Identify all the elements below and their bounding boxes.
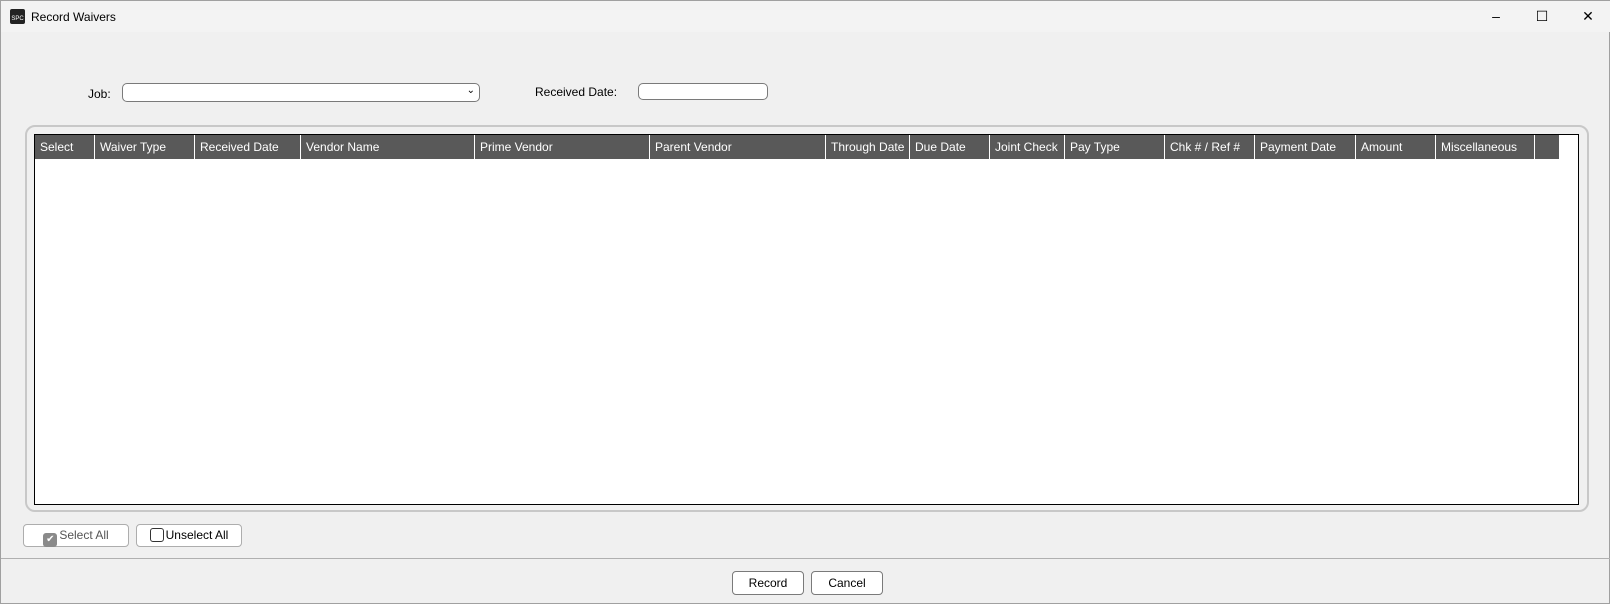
column-header[interactable]: Chk # / Ref # (1165, 135, 1255, 159)
column-header[interactable]: Waiver Type (95, 135, 195, 159)
app-logo-icon: SPC (10, 9, 25, 24)
column-header[interactable]: Parent Vendor (650, 135, 826, 159)
column-header[interactable]: Payment Date (1255, 135, 1356, 159)
column-header[interactable]: Select (35, 135, 95, 159)
column-header[interactable]: Prime Vendor (475, 135, 650, 159)
select-all-label: Select All (59, 528, 109, 542)
record-button[interactable]: Record (732, 571, 804, 595)
divider (1, 558, 1610, 559)
received-date-input[interactable] (638, 83, 768, 100)
select-all-button[interactable]: ✔ Select All (23, 524, 129, 547)
chevron-down-icon: ⌄ (466, 85, 475, 96)
column-header[interactable]: Joint Check (990, 135, 1065, 159)
column-header[interactable] (1535, 135, 1559, 159)
window-title: Record Waivers (31, 10, 116, 24)
unselect-all-button[interactable]: Unselect All (136, 524, 242, 547)
column-header[interactable]: Pay Type (1065, 135, 1165, 159)
received-date-label: Received Date: (535, 85, 618, 99)
checkbox-checked-icon: ✔ (43, 533, 58, 547)
close-button[interactable]: ✕ (1565, 1, 1610, 32)
job-label: Job: (88, 87, 111, 101)
column-header[interactable]: Received Date (195, 135, 301, 159)
column-header[interactable]: Miscellaneous (1436, 135, 1535, 159)
title-bar (1, 1, 1610, 32)
job-dropdown[interactable]: ⌄ (122, 83, 480, 102)
column-header[interactable]: Due Date (910, 135, 990, 159)
checkbox-empty-icon (149, 528, 164, 542)
grid-header: Select Waiver Type Received Date Vendor Nam… (35, 135, 1559, 159)
column-header[interactable]: Amount (1356, 135, 1436, 159)
unselect-all-label: Unselect All (165, 528, 229, 542)
column-header[interactable]: Through Date (826, 135, 910, 159)
column-header[interactable]: Vendor Name (301, 135, 475, 159)
maximize-button[interactable]: ☐ (1519, 1, 1565, 32)
minimize-button[interactable]: – (1473, 1, 1519, 32)
cancel-button[interactable]: Cancel (811, 571, 883, 595)
waivers-grid[interactable]: Select Waiver Type Received Date Vendor Nam… (34, 134, 1579, 505)
